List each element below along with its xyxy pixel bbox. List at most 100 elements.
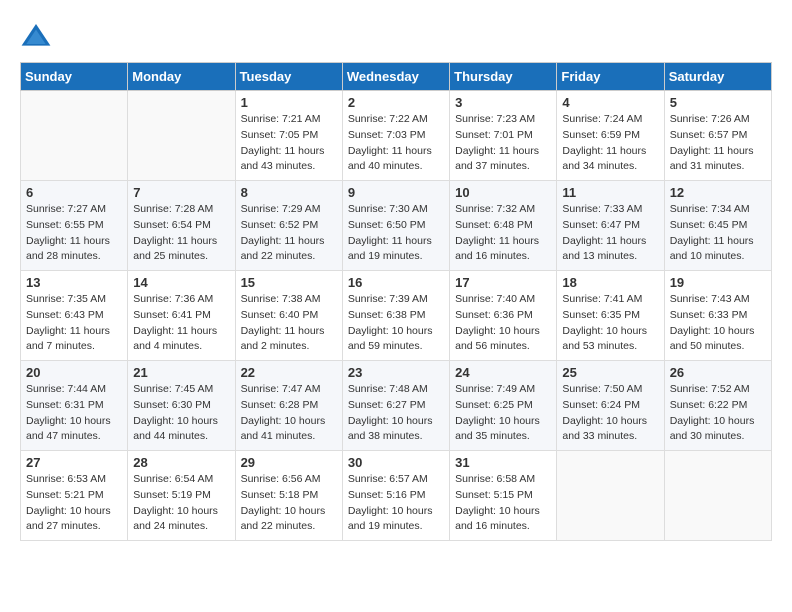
calendar-cell: 26 Sunrise: 7:52 AMSunset: 6:22 PMDayligh… [664,361,771,451]
calendar-cell: 15 Sunrise: 7:38 AMSunset: 6:40 PMDayligh… [235,271,342,361]
day-info: Sunrise: 7:52 AMSunset: 6:22 PMDaylight:… [670,382,766,445]
day-number: 13 [26,275,122,290]
calendar-cell: 10 Sunrise: 7:32 AMSunset: 6:48 PMDayligh… [450,181,557,271]
day-number: 31 [455,455,551,470]
day-header-sunday: Sunday [21,63,128,91]
calendar-cell: 5 Sunrise: 7:26 AMSunset: 6:57 PMDaylight… [664,91,771,181]
day-number: 28 [133,455,229,470]
calendar-cell: 16Sunrise: 7:39 AMSunset: 6:38 PMDayligh… [342,271,449,361]
day-info: Sunrise: 6:58 AMSunset: 5:15 PMDaylight:… [455,472,551,535]
day-number: 4 [562,95,658,110]
week-row-4: 20Sunrise: 7:44 AMSunset: 6:31 PMDayligh… [21,361,772,451]
day-number: 10 [455,185,551,200]
day-number: 7 [133,185,229,200]
calendar-cell: 24Sunrise: 7:49 AMSunset: 6:25 PMDayligh… [450,361,557,451]
day-info: Sunrise: 7:22 AMSunset: 7:03 PMDaylight:… [348,112,444,175]
day-info: Sunrise: 7:23 AMSunset: 7:01 PMDaylight:… [455,112,551,175]
calendar-cell: 30Sunrise: 6:57 AMSunset: 5:16 PMDayligh… [342,451,449,541]
week-row-3: 13 Sunrise: 7:35 AMSunset: 6:43 PMDayligh… [21,271,772,361]
calendar-cell: 18Sunrise: 7:41 AMSunset: 6:35 PMDayligh… [557,271,664,361]
day-number: 21 [133,365,229,380]
calendar-cell: 21 Sunrise: 7:45 AMSunset: 6:30 PMDayligh… [128,361,235,451]
day-number: 5 [670,95,766,110]
day-number: 22 [241,365,337,380]
day-info: Sunrise: 7:48 AMSunset: 6:27 PMDaylight:… [348,382,444,445]
day-header-thursday: Thursday [450,63,557,91]
calendar-cell: 3 Sunrise: 7:23 AMSunset: 7:01 PMDaylight… [450,91,557,181]
calendar-cell: 27 Sunrise: 6:53 AMSunset: 5:21 PMDayligh… [21,451,128,541]
week-row-1: 1 Sunrise: 7:21 AMSunset: 7:05 PMDaylight… [21,91,772,181]
calendar-cell: 25 Sunrise: 7:50 AMSunset: 6:24 PMDayligh… [557,361,664,451]
day-header-friday: Friday [557,63,664,91]
day-number: 27 [26,455,122,470]
day-info: Sunrise: 7:38 AMSunset: 6:40 PMDaylight:… [241,292,337,355]
day-info: Sunrise: 7:29 AMSunset: 6:52 PMDaylight:… [241,202,337,265]
logo-icon [20,20,52,52]
day-number: 18 [562,275,658,290]
day-number: 2 [348,95,444,110]
calendar-cell [21,91,128,181]
calendar-cell: 7 Sunrise: 7:28 AMSunset: 6:54 PMDaylight… [128,181,235,271]
day-info: Sunrise: 7:36 AMSunset: 6:41 PMDaylight:… [133,292,229,355]
calendar-cell: 1 Sunrise: 7:21 AMSunset: 7:05 PMDaylight… [235,91,342,181]
calendar-cell: 12Sunrise: 7:34 AMSunset: 6:45 PMDayligh… [664,181,771,271]
calendar-cell: 22Sunrise: 7:47 AMSunset: 6:28 PMDayligh… [235,361,342,451]
day-number: 3 [455,95,551,110]
day-info: Sunrise: 7:35 AMSunset: 6:43 PMDaylight:… [26,292,122,355]
day-info: Sunrise: 6:57 AMSunset: 5:16 PMDaylight:… [348,472,444,535]
calendar-cell: 17 Sunrise: 7:40 AMSunset: 6:36 PMDayligh… [450,271,557,361]
calendar-cell [664,451,771,541]
logo [20,20,58,52]
day-info: Sunrise: 7:30 AMSunset: 6:50 PMDaylight:… [348,202,444,265]
day-info: Sunrise: 6:56 AMSunset: 5:18 PMDaylight:… [241,472,337,535]
day-info: Sunrise: 6:53 AMSunset: 5:21 PMDaylight:… [26,472,122,535]
calendar-cell: 8Sunrise: 7:29 AMSunset: 6:52 PMDaylight… [235,181,342,271]
day-number: 19 [670,275,766,290]
day-number: 6 [26,185,122,200]
day-number: 9 [348,185,444,200]
page-header [20,20,772,52]
day-info: Sunrise: 7:21 AMSunset: 7:05 PMDaylight:… [241,112,337,175]
calendar-cell: 6 Sunrise: 7:27 AMSunset: 6:55 PMDaylight… [21,181,128,271]
day-number: 15 [241,275,337,290]
calendar-cell: 28Sunrise: 6:54 AMSunset: 5:19 PMDayligh… [128,451,235,541]
day-number: 25 [562,365,658,380]
calendar-cell: 19 Sunrise: 7:43 AMSunset: 6:33 PMDayligh… [664,271,771,361]
day-info: Sunrise: 7:34 AMSunset: 6:45 PMDaylight:… [670,202,766,265]
day-info: Sunrise: 7:40 AMSunset: 6:36 PMDaylight:… [455,292,551,355]
calendar-cell: 2 Sunrise: 7:22 AMSunset: 7:03 PMDaylight… [342,91,449,181]
calendar-cell: 14 Sunrise: 7:36 AMSunset: 6:41 PMDayligh… [128,271,235,361]
calendar-cell: 9 Sunrise: 7:30 AMSunset: 6:50 PMDaylight… [342,181,449,271]
calendar-cell [557,451,664,541]
day-info: Sunrise: 7:28 AMSunset: 6:54 PMDaylight:… [133,202,229,265]
day-number: 17 [455,275,551,290]
day-header-wednesday: Wednesday [342,63,449,91]
day-info: Sunrise: 7:50 AMSunset: 6:24 PMDaylight:… [562,382,658,445]
calendar-cell: 31 Sunrise: 6:58 AMSunset: 5:15 PMDayligh… [450,451,557,541]
day-info: Sunrise: 7:44 AMSunset: 6:31 PMDaylight:… [26,382,122,445]
day-number: 11 [562,185,658,200]
day-info: Sunrise: 7:49 AMSunset: 6:25 PMDaylight:… [455,382,551,445]
days-header-row: SundayMondayTuesdayWednesdayThursdayFrid… [21,63,772,91]
day-info: Sunrise: 7:43 AMSunset: 6:33 PMDaylight:… [670,292,766,355]
day-number: 14 [133,275,229,290]
day-number: 26 [670,365,766,380]
calendar-table: SundayMondayTuesdayWednesdayThursdayFrid… [20,62,772,541]
day-info: Sunrise: 7:39 AMSunset: 6:38 PMDaylight:… [348,292,444,355]
day-info: Sunrise: 7:45 AMSunset: 6:30 PMDaylight:… [133,382,229,445]
day-number: 1 [241,95,337,110]
day-info: Sunrise: 7:24 AMSunset: 6:59 PMDaylight:… [562,112,658,175]
calendar-cell: 4 Sunrise: 7:24 AMSunset: 6:59 PMDaylight… [557,91,664,181]
day-info: Sunrise: 7:26 AMSunset: 6:57 PMDaylight:… [670,112,766,175]
day-info: Sunrise: 7:33 AMSunset: 6:47 PMDaylight:… [562,202,658,265]
calendar-cell: 13 Sunrise: 7:35 AMSunset: 6:43 PMDayligh… [21,271,128,361]
day-info: Sunrise: 7:27 AMSunset: 6:55 PMDaylight:… [26,202,122,265]
calendar-cell: 11 Sunrise: 7:33 AMSunset: 6:47 PMDayligh… [557,181,664,271]
calendar-cell: 23Sunrise: 7:48 AMSunset: 6:27 PMDayligh… [342,361,449,451]
day-info: Sunrise: 7:32 AMSunset: 6:48 PMDaylight:… [455,202,551,265]
day-header-saturday: Saturday [664,63,771,91]
week-row-2: 6 Sunrise: 7:27 AMSunset: 6:55 PMDaylight… [21,181,772,271]
week-row-5: 27 Sunrise: 6:53 AMSunset: 5:21 PMDayligh… [21,451,772,541]
day-header-tuesday: Tuesday [235,63,342,91]
day-header-monday: Monday [128,63,235,91]
